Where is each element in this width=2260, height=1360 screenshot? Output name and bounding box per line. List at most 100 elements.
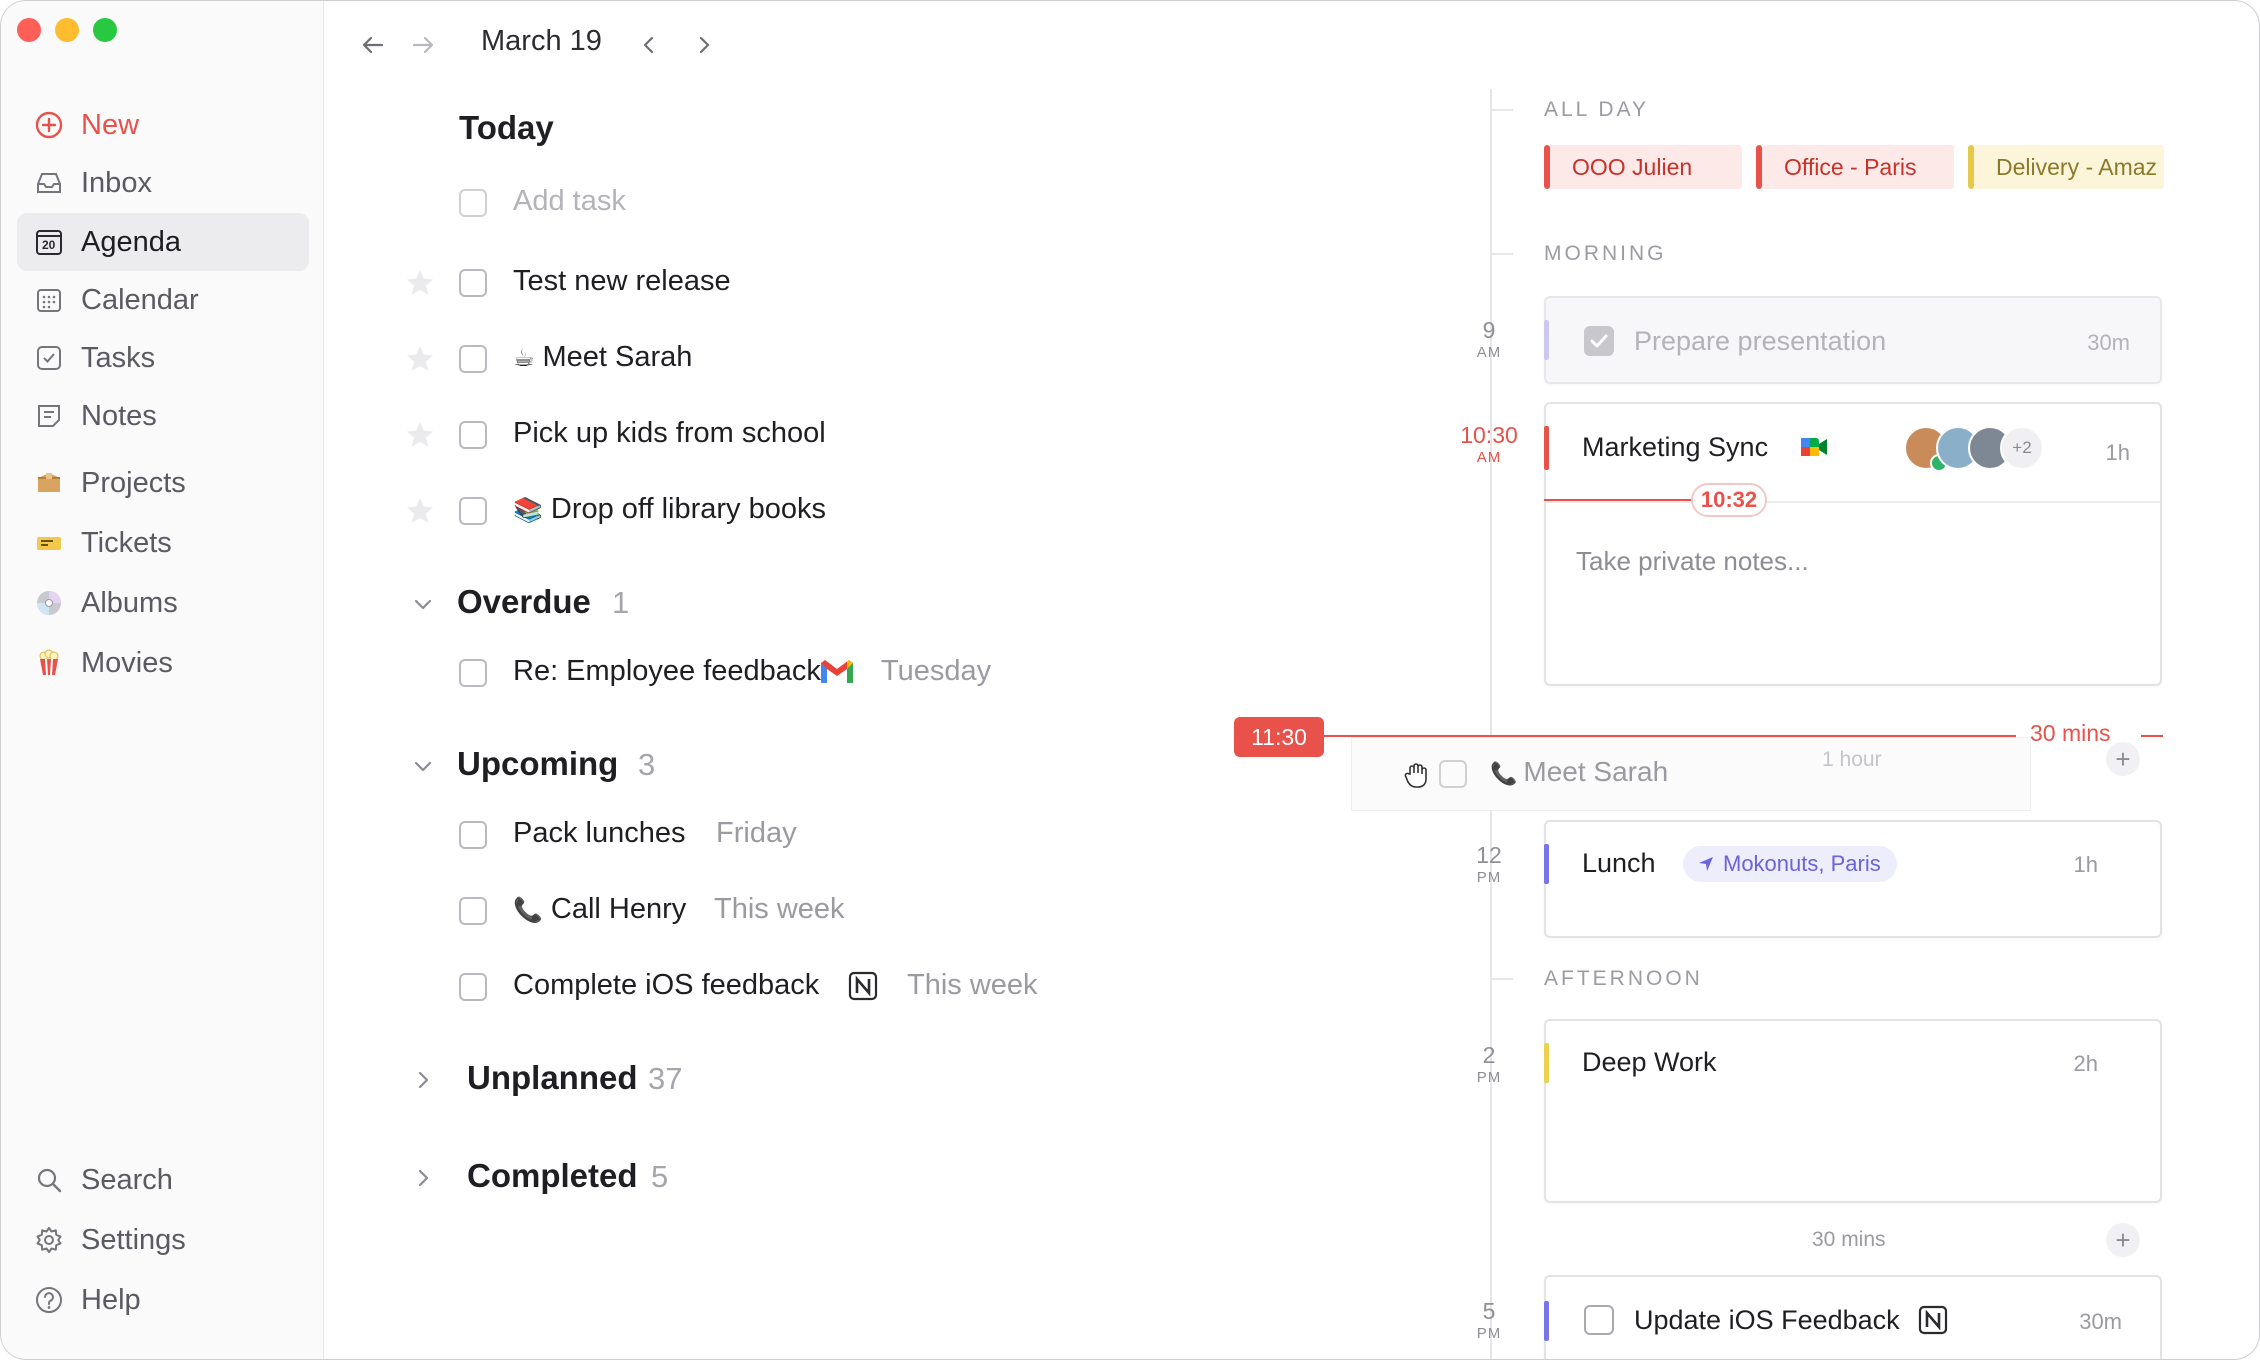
section-title-completed[interactable]: Completed — [467, 1157, 638, 1195]
task-checkbox[interactable] — [459, 897, 487, 925]
sidebar-item-settings[interactable]: Settings — [17, 1211, 309, 1269]
box-icon — [35, 469, 63, 497]
notion-icon — [848, 971, 878, 1001]
sidebar-item-label: Inbox — [81, 166, 152, 199]
forward-button[interactable] — [403, 25, 443, 65]
sidebar-item-calendar[interactable]: Calendar — [17, 271, 309, 329]
event-color-bar — [1544, 1301, 1549, 1341]
location-arrow-icon — [1699, 857, 1713, 871]
event-color-bar — [1544, 320, 1549, 360]
task-title-text: Call Henry — [550, 893, 687, 925]
location-chip[interactable]: Mokonuts, Paris — [1683, 846, 1897, 882]
sidebar-item-notes[interactable]: Notes — [17, 387, 309, 445]
axis-tick — [1491, 253, 1513, 255]
event-card-deep-work[interactable]: Deep Work 2h — [1544, 1019, 2162, 1203]
hour-label: 2 PM — [1476, 1042, 1502, 1086]
sidebar-item-label: Help — [81, 1283, 141, 1316]
event-card-marketing-sync[interactable]: Marketing Sync +2 1h Take private notes.… — [1544, 402, 2162, 686]
task-title-text: Drop off library books — [550, 493, 826, 525]
sidebar-item-help[interactable]: Help — [17, 1271, 309, 1329]
sidebar-item-albums[interactable]: Albums — [17, 574, 309, 632]
section-title-today: Today — [459, 109, 554, 146]
previous-day-button[interactable] — [629, 25, 669, 65]
notion-icon — [1918, 1305, 1948, 1335]
close-window-button[interactable] — [17, 18, 41, 42]
checked-checkbox[interactable] — [1584, 326, 1614, 356]
sidebar-item-label: Agenda — [81, 225, 181, 258]
divider — [1546, 501, 2160, 503]
current-hour-label: 10:30 AM — [1460, 422, 1518, 466]
coffee-icon: ☕ — [513, 345, 535, 372]
sidebar-item-label: Tickets — [81, 526, 172, 559]
star-icon[interactable] — [405, 496, 435, 526]
timeline-axis — [1490, 89, 1492, 1359]
drag-gap-label: 30 mins — [2030, 720, 2111, 746]
sidebar-item-label: Tasks — [81, 341, 156, 374]
all-day-event-chip[interactable]: Office - Paris — [1756, 145, 1954, 189]
notes-icon — [35, 402, 63, 430]
sidebar-item-tasks[interactable]: Tasks — [17, 329, 309, 387]
task-checkbox[interactable] — [459, 659, 487, 687]
new-label: New — [81, 108, 140, 141]
task-checkbox[interactable] — [459, 269, 487, 297]
next-day-button[interactable] — [684, 25, 724, 65]
chevron-down-icon[interactable] — [412, 593, 434, 615]
all-day-event-chip[interactable]: OOO Julien — [1544, 145, 1742, 189]
star-icon[interactable] — [405, 344, 435, 374]
add-task-input[interactable]: Add task — [513, 185, 626, 218]
sidebar-item-inbox[interactable]: Inbox — [17, 154, 309, 212]
task-due: Friday — [716, 817, 797, 849]
minimize-window-button[interactable] — [55, 18, 79, 42]
task-checkbox[interactable] — [459, 821, 487, 849]
private-notes-input[interactable]: Take private notes... — [1576, 546, 1809, 577]
chevron-right-icon[interactable] — [412, 1069, 434, 1091]
calendar-icon — [35, 286, 63, 314]
task-title[interactable]: ☕ Meet Sarah — [513, 341, 692, 374]
event-card-lunch[interactable]: Lunch Mokonuts, Paris 1h — [1544, 820, 2162, 938]
new-button[interactable]: New — [17, 96, 309, 154]
star-icon[interactable] — [405, 268, 435, 298]
dragged-task-ghost[interactable]: 📞 Meet Sarah 1 hour — [1351, 737, 2031, 811]
star-icon[interactable] — [405, 420, 435, 450]
task-checkbox[interactable] — [459, 345, 487, 373]
hour-label: 12 PM — [1476, 842, 1502, 886]
chevron-right-icon[interactable] — [412, 1167, 434, 1189]
section-title-overdue[interactable]: Overdue — [457, 583, 591, 621]
event-card-prepare-presentation[interactable]: Prepare presentation 30m — [1544, 296, 2162, 384]
sidebar-item-agenda[interactable]: 20 Agenda — [17, 213, 309, 271]
extra-attendees-badge[interactable]: +2 — [2000, 426, 2044, 470]
axis-tick — [1491, 978, 1513, 980]
event-duration: 30m — [2079, 1309, 2122, 1334]
current-date[interactable]: March 19 — [481, 25, 602, 58]
task-title[interactable]: Test new release — [513, 265, 731, 298]
task-title[interactable]: Complete iOS feedback — [513, 969, 819, 1002]
section-title-upcoming[interactable]: Upcoming — [457, 745, 618, 783]
task-title[interactable]: 📞 Call Henry — [513, 893, 686, 926]
event-card-update-ios-feedback[interactable]: Update iOS Feedback 30m — [1544, 1275, 2162, 1359]
task-title[interactable]: Re: Employee feedback — [513, 655, 821, 688]
sidebar-item-tickets[interactable]: Tickets — [17, 514, 309, 572]
zoom-window-button[interactable] — [93, 18, 117, 42]
task-checkbox[interactable] — [1584, 1305, 1614, 1335]
task-checkbox[interactable] — [459, 421, 487, 449]
task-checkbox[interactable] — [459, 973, 487, 1001]
back-button[interactable] — [353, 25, 393, 65]
axis-tick — [1491, 109, 1513, 111]
task-title[interactable]: Pick up kids from school — [513, 417, 826, 450]
sidebar-item-search[interactable]: Search — [17, 1151, 309, 1209]
arrow-right-icon — [412, 36, 434, 54]
task-title[interactable]: 📚 Drop off library books — [513, 493, 826, 526]
task-due: Tuesday — [881, 655, 992, 687]
task-checkbox[interactable] — [459, 497, 487, 525]
add-event-button[interactable]: + — [2106, 742, 2140, 776]
ghost-duration: 1 hour — [1822, 748, 1882, 771]
gear-icon — [35, 1226, 63, 1254]
chevron-down-icon[interactable] — [412, 755, 434, 777]
add-event-button[interactable]: + — [2106, 1223, 2140, 1257]
task-title[interactable]: Pack lunches — [513, 817, 686, 850]
section-title-unplanned[interactable]: Unplanned — [467, 1059, 638, 1097]
all-day-event-chip[interactable]: Delivery - Amaz — [1968, 145, 2164, 189]
sidebar-item-movies[interactable]: Movies — [17, 634, 309, 692]
sidebar-item-projects[interactable]: Projects — [17, 454, 309, 512]
sidebar-item-label: Movies — [81, 646, 173, 679]
